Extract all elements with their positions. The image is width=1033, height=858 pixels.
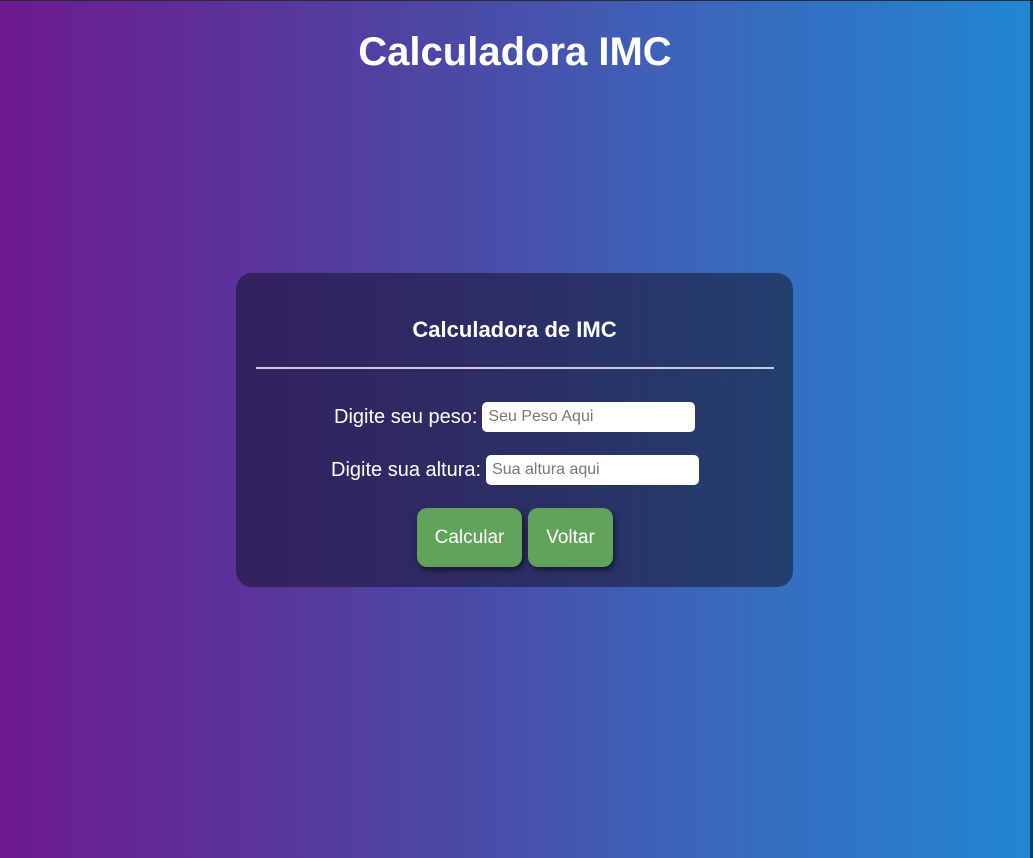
height-label: Digite sua altura: [331, 459, 482, 481]
page-title: Calculadora IMC [358, 30, 672, 74]
imc-calculator-card: Calculadora de IMC Digite seu peso: Digi… [236, 273, 793, 587]
weight-input[interactable] [482, 402, 696, 432]
back-button[interactable]: Voltar [528, 508, 613, 567]
calculate-button[interactable]: Calcular [417, 508, 522, 567]
weight-label: Digite seu peso: [334, 406, 478, 428]
card-title: Calculadora de IMC [412, 317, 617, 342]
card-divider [256, 367, 774, 369]
window-top-border [0, 0, 1033, 1]
height-row: Digite sua altura: [331, 455, 700, 485]
height-input[interactable] [486, 455, 700, 485]
weight-row: Digite seu peso: [334, 402, 696, 432]
